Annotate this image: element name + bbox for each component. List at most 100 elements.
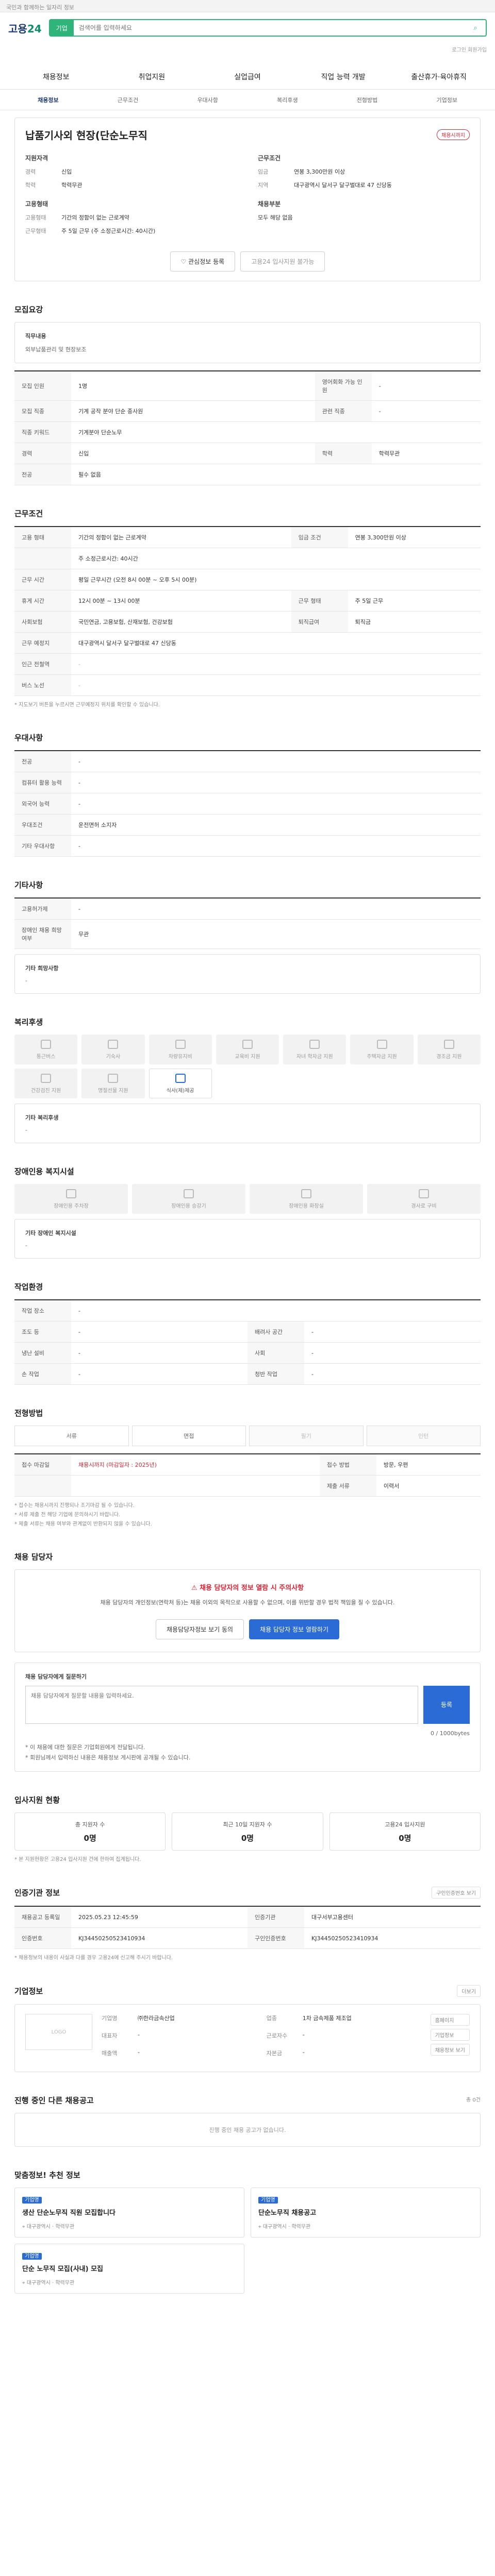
others-empty: 진행 중인 채용 공고가 없습니다. — [14, 2113, 481, 2147]
site-logo[interactable]: 고용24 — [8, 21, 42, 36]
search-icon[interactable]: ⌕ — [465, 20, 486, 36]
benefit-item: 기숙사 — [81, 1035, 145, 1064]
recommend-card[interactable]: 기업명 생산 단순노무직 직원 모집합니다 ⌖ 대구광역시 · 학력무관 — [14, 2188, 244, 2238]
disability-etc-panel: 기타 장애인 복지시설 - — [14, 1219, 481, 1259]
th: 사회 — [248, 1342, 304, 1364]
th: 제출 서류 — [319, 1475, 376, 1497]
td: - — [71, 1300, 481, 1321]
company-more-link[interactable]: 더보기 — [457, 1985, 481, 1997]
table-row: 냉난 설비 - 사회 - — [14, 1342, 481, 1364]
others-head: 진행 중인 다른 채용공고 총 0건 — [14, 2095, 481, 2106]
th: 인근 전철역 — [14, 653, 71, 675]
th: 모집 인원 — [14, 371, 71, 401]
td: 주 5일 근무 — [348, 590, 481, 612]
tab-preference[interactable]: 우대사항 — [168, 96, 248, 104]
duty-panel: 직무내용 외부납품관리 및 현장보조 — [14, 322, 481, 363]
facility-item: 장애인용 화장실 — [250, 1184, 363, 1214]
table-row: 모집 인원 1명 영어회화 가능 인원 - — [14, 371, 481, 401]
rec-location: 대구광역시 — [262, 2224, 287, 2230]
qa-textarea[interactable] — [25, 1685, 418, 1724]
recommend-card[interactable]: 기업명 단순 노무직 모집(사내) 모집 ⌖ 대구광역시 · 학력무관 — [14, 2244, 244, 2294]
gnb-item-unemployment[interactable]: 실업급여 — [200, 72, 295, 82]
stat-label: 최근 10일 지원자 수 — [223, 1821, 272, 1828]
td: - — [71, 1342, 248, 1364]
table-row: 주 소정근로시간: 40시간 — [14, 548, 481, 569]
stat-value: 0명 — [399, 1833, 411, 1843]
tab-recruit[interactable]: 채용정보 — [8, 96, 88, 104]
kv-value: - — [302, 2049, 305, 2056]
tab-company[interactable]: 기업정보 — [407, 96, 487, 104]
recommend-card[interactable]: 기업명 단순노무직 채용공고 ⌖ 대구광역시 · 학력무관 — [251, 2188, 481, 2238]
th: 우대조건 — [14, 814, 71, 836]
company-jobs-link[interactable]: 채용정보 보기 — [430, 2044, 470, 2056]
recommend-title: 맞춤정보! 추천 정보 — [14, 2171, 80, 2180]
location-icon: ⌖ — [258, 2224, 263, 2230]
td: - — [71, 835, 481, 857]
deadline-badge: 채용시까지 — [437, 129, 470, 140]
etc-wish-value: - — [25, 977, 27, 984]
apply-disabled-button[interactable]: 고용24 입사지원 불가능 — [240, 251, 325, 272]
conditions-title: 근무조건 — [14, 509, 43, 518]
th: 전공 — [14, 751, 71, 772]
td: - — [71, 674, 481, 696]
duty-text: 외부납품관리 및 현장보조 — [25, 346, 87, 353]
interest-button[interactable]: ♡ 관심정보 등록 — [170, 251, 236, 272]
search-category[interactable]: 기업 — [50, 20, 74, 36]
kv-value: 신입 — [61, 168, 72, 175]
table-row: 작업 장소 - — [14, 1300, 481, 1321]
benefits-etc-panel: 기타 복리후생 - — [14, 1104, 481, 1143]
th: 작업 장소 — [14, 1300, 71, 1321]
warning-heading: 채용 담당자의 정보 열람 시 주의사항 — [200, 1584, 304, 1592]
cert-number-button[interactable]: 구인인증번호 보기 — [432, 1887, 481, 1899]
gnb-item-training[interactable]: 직업 능력 개발 — [295, 72, 391, 82]
user-util-links[interactable]: 로그인 회원가입 — [452, 45, 487, 53]
step-written: 필기 — [249, 1426, 364, 1446]
benefit-label: 건강검진 지원 — [30, 1088, 61, 1094]
qa-note: * 이 채용에 대한 질문은 기업회원에게 전달됩니다. — [25, 1744, 145, 1751]
agree-button[interactable]: 채용담당자정보 보기 동의 — [156, 1619, 244, 1639]
rec-company: 기업명 — [258, 2197, 278, 2204]
td: - — [71, 898, 481, 920]
global-nav: 채용정보 취업지원 실업급여 직업 능력 개발 출산휴가·육아휴직 — [0, 64, 495, 90]
kv-value: 학력무관 — [61, 182, 82, 189]
th: 직종 키워드 — [14, 421, 71, 443]
env-table: 작업 장소 - 조도 등 - 배려사 공간 - 냉난 설비 - 사회 - 손 작업 - 청반 작업… — [14, 1299, 481, 1385]
table-row: 휴게 시간 12시 00분 ~ 13시 00분 근무 형태 주 5일 근무 — [14, 590, 481, 612]
kv-value: 주 5일 근무 (주 소정근로시간: 40시간) — [61, 228, 156, 234]
meta-head: 인증기관 정보 구인인증번호 보기 — [14, 1887, 481, 1899]
benefit-label: 식사(제)제공 — [166, 1088, 194, 1094]
kv-key: 업종 — [266, 2015, 277, 2022]
gnb-item-jobs[interactable]: 채용정보 — [8, 72, 104, 82]
benefit-item-active: 식사(제)제공 — [148, 1069, 212, 1098]
tab-process[interactable]: 전형방법 — [327, 96, 407, 104]
td: KJ34450250523410934 — [71, 1927, 248, 1950]
tab-conditions[interactable]: 근무조건 — [88, 96, 168, 104]
gnb-item-parental[interactable]: 출산휴가·육아휴직 — [391, 72, 487, 82]
td: 이력서 — [376, 1475, 481, 1497]
homepage-link[interactable]: 홈페이지 — [430, 2014, 470, 2026]
qa-submit-button[interactable]: 등록 — [423, 1685, 470, 1724]
rec-location: 대구광역시 — [26, 2224, 51, 2230]
preference-table: 전공 - 컴퓨터 활용 능력 - 외국어 능력 - 우대조건 운전면허 소지자 기타 우… — [14, 750, 481, 857]
top-notice: 국민과 함께하는 일자리 정보 — [6, 4, 74, 11]
th: 경력 — [14, 443, 71, 464]
table-row: 전공 필수 없음 — [14, 464, 481, 485]
table-row: 채용공고 등록일 2025.05.23 12:45:59 인증기관 대구서부고용센터 — [14, 1906, 481, 1928]
ramp-icon — [419, 1189, 429, 1198]
search-input[interactable] — [73, 24, 465, 31]
th: 근무 시간 — [14, 569, 71, 590]
table-row: 고용허가제 - — [14, 898, 481, 920]
benefit-label: 차량유지비 — [168, 1054, 192, 1060]
tab-benefits[interactable]: 복리후생 — [248, 96, 327, 104]
rec-title: 단순노무직 채용공고 — [258, 2209, 317, 2217]
education-icon — [242, 1039, 253, 1049]
view-manager-button[interactable]: 채용 담당자 정보 열람하기 — [249, 1619, 339, 1639]
kv-value: 기간의 정함이 없는 근로계약 — [61, 214, 129, 221]
company-title: 기업정보 — [14, 1987, 43, 1996]
facility-item: 장애인용 승강기 — [132, 1184, 245, 1214]
process-note: * 서류 제출 전 해당 기업에 문의하시기 바랍니다. — [14, 1512, 121, 1518]
company-info-link[interactable]: 기업정보 — [430, 2029, 470, 2041]
gnb-item-support[interactable]: 취업지원 — [104, 72, 200, 82]
kv-value: 모두 해당 없음 — [258, 214, 293, 221]
section-tabs: 채용정보 근무조건 우대사항 복리후생 전형방법 기업정보 — [0, 90, 495, 110]
